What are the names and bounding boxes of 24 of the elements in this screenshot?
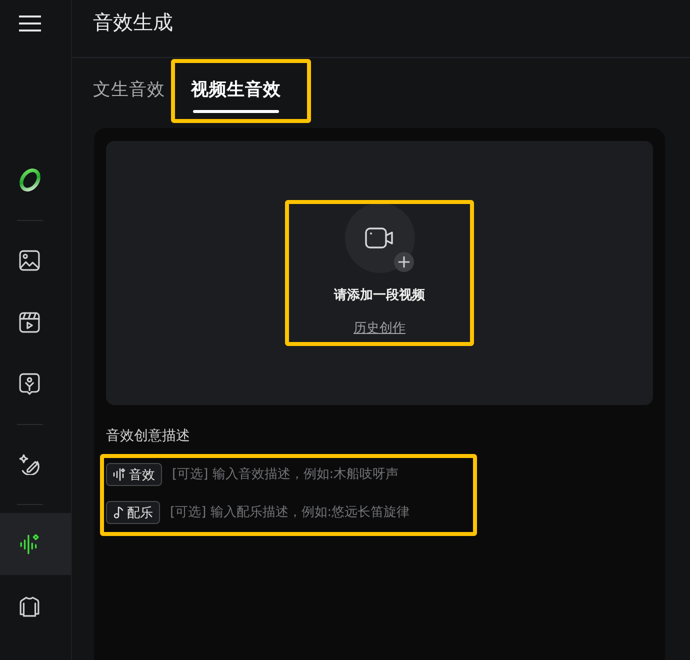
pen-sparkle-icon (19, 454, 40, 474)
description-field[interactable]: [可选] 输入配乐描述，例如:悠远长笛旋律 (170, 502, 653, 522)
music-note-icon (113, 506, 124, 519)
description-field[interactable]: [可选] 输入音效描述，例如:木船吱呀声 (172, 464, 653, 484)
tab[interactable]: 视频生音效 (191, 58, 281, 113)
sound-wave-icon (113, 468, 126, 481)
clapperboard-icon (19, 312, 40, 332)
image-icon (19, 250, 40, 270)
sound-wave-icon (19, 534, 40, 554)
description-label: 音效创意描述 (106, 427, 191, 446)
shirt-icon (19, 596, 40, 616)
tab[interactable]: 文生音效 (93, 58, 165, 113)
page-title: 音效生成 (93, 9, 174, 36)
menu-icon (18, 14, 40, 32)
plus-icon (394, 252, 414, 272)
upload-area[interactable]: 请添加一段视频 历史创作 (106, 141, 653, 405)
tag-button[interactable]: 配乐 (106, 501, 160, 524)
upload-prompt: 请添加一段视频 (334, 287, 425, 305)
add-video-button[interactable] (344, 203, 414, 273)
tag-button[interactable]: 音效 (106, 463, 162, 486)
history-link[interactable]: 历史创作 (354, 320, 406, 338)
video-camera-icon (364, 227, 394, 249)
person-bubble-icon (19, 373, 40, 395)
logo-icon (18, 167, 42, 193)
